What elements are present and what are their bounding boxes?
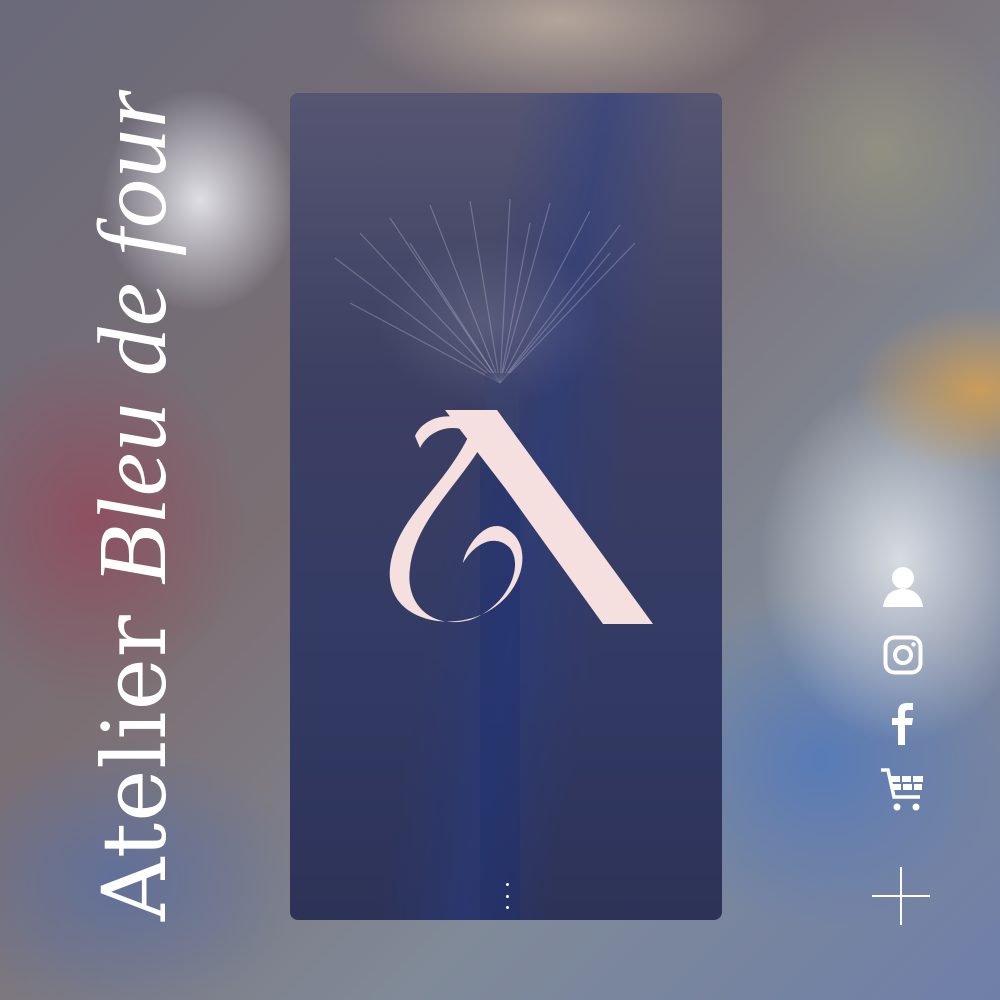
brand-title-regular: Atelier	[83, 614, 186, 922]
plus-icon	[872, 867, 930, 925]
facebook-icon	[892, 703, 913, 745]
cart-button[interactable]	[878, 767, 928, 813]
account-button[interactable]	[878, 565, 928, 609]
expand-button[interactable]	[872, 867, 930, 925]
instagram-link[interactable]	[878, 635, 928, 675]
hero-card	[290, 93, 722, 920]
brand-logo	[389, 410, 653, 624]
cart-icon	[881, 768, 923, 811]
user-icon	[883, 567, 923, 607]
brand-title-italic: Bleu de four	[79, 88, 187, 586]
facebook-link[interactable]	[878, 703, 928, 745]
instagram-icon	[883, 635, 923, 675]
card-menu-button[interactable]	[497, 883, 517, 909]
brand-title: Atelier Bleu de four	[77, 89, 189, 921]
